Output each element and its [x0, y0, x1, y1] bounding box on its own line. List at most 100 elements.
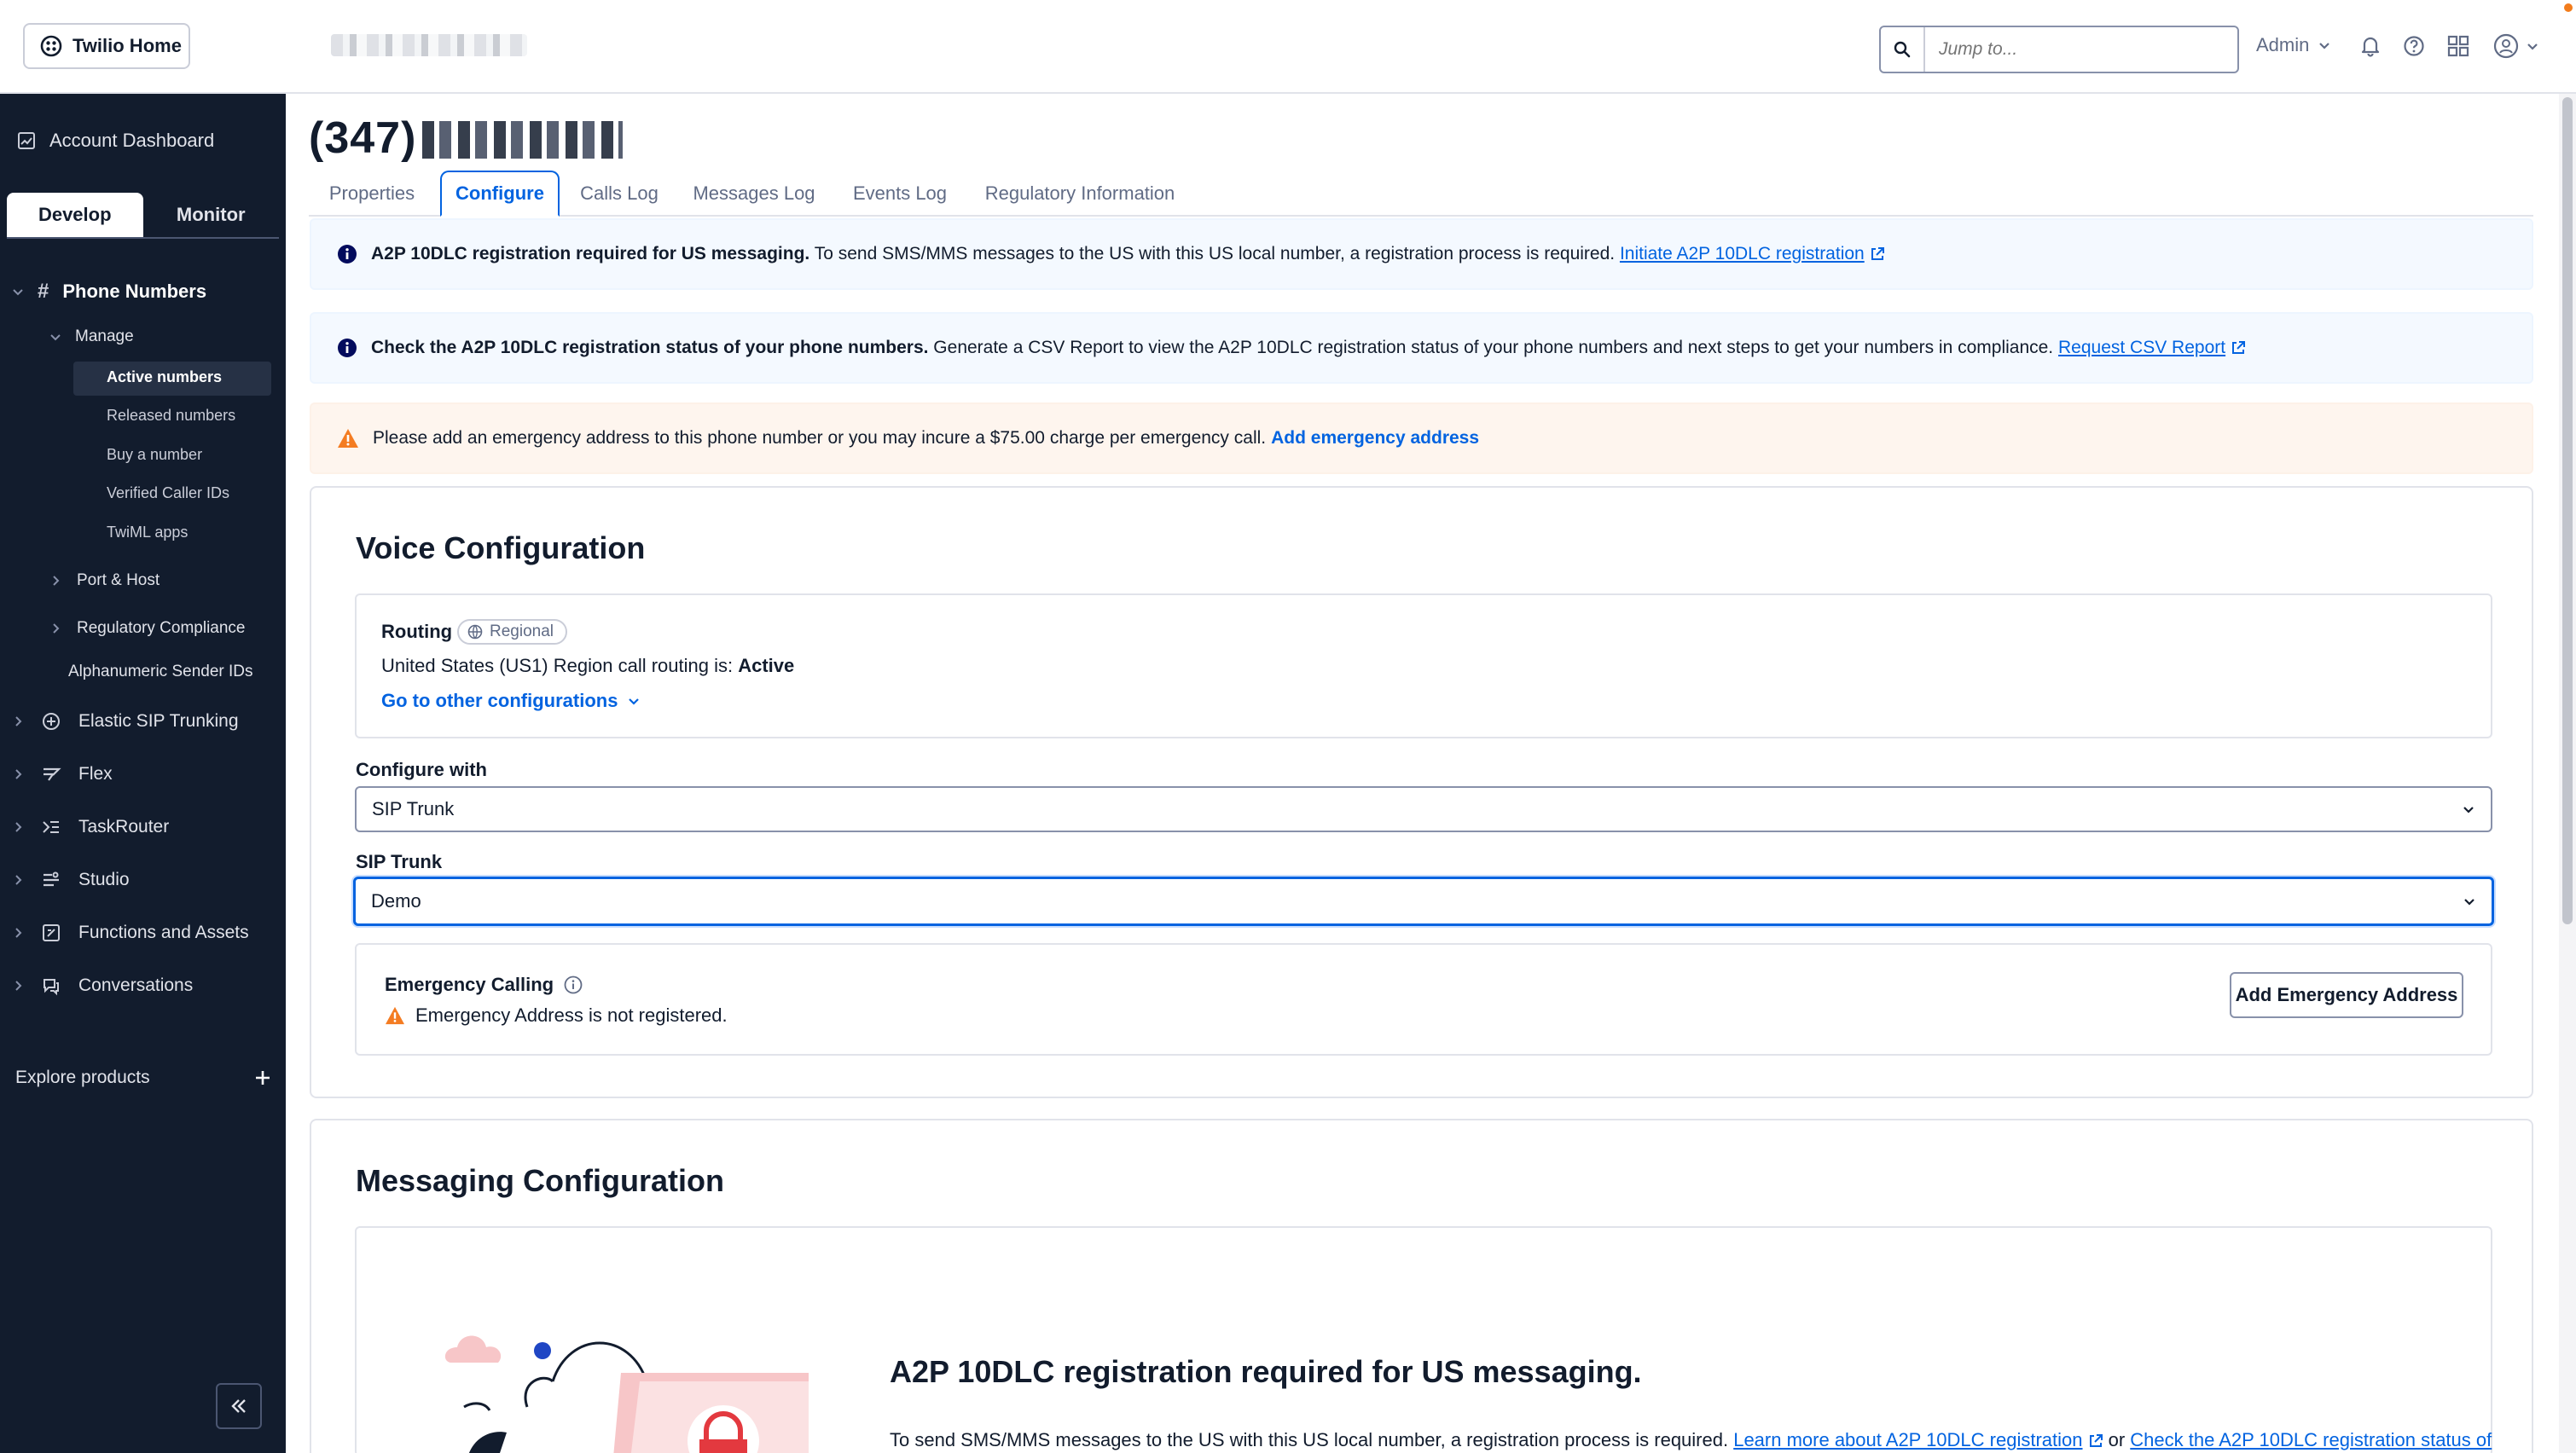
learn-more-a2p-link[interactable]: Learn more about A2P 10DLC registration	[1733, 1429, 2082, 1450]
info-icon	[337, 338, 357, 358]
conversations-icon	[41, 975, 61, 996]
chevron-right-icon	[12, 768, 24, 780]
sidebar-item-phone-numbers[interactable]: # Phone Numbers	[12, 280, 206, 304]
plus-icon[interactable]	[254, 1069, 271, 1086]
sidebar-item-label: TaskRouter	[78, 817, 170, 836]
tab-monitor[interactable]: Monitor	[143, 193, 280, 237]
tab-develop[interactable]: Develop	[7, 193, 143, 237]
chevron-down-icon	[2318, 38, 2331, 52]
voice-configuration-heading: Voice Configuration	[356, 530, 646, 565]
sidebar-item-label: Elastic SIP Trunking	[78, 711, 239, 731]
external-link-icon	[1870, 246, 1885, 262]
sidebar-item-flex[interactable]: Flex	[12, 764, 113, 784]
search-icon	[1881, 27, 1925, 72]
sidebar-item-released-numbers[interactable]: Released numbers	[107, 407, 235, 425]
sidebar-item-verified-caller-ids[interactable]: Verified Caller IDs	[107, 484, 229, 502]
sidebar-item-account-dashboard[interactable]: Account Dashboard	[17, 130, 214, 152]
tab-properties[interactable]: Properties	[309, 171, 435, 217]
banner-text: A2P 10DLC registration required for US m…	[371, 244, 1885, 264]
twilio-home-button[interactable]: Twilio Home	[23, 23, 190, 69]
chevron-right-icon	[49, 575, 61, 587]
a2p-messaging-panel: A2P 10DLC registration required for US m…	[355, 1226, 2492, 1453]
sidebar-item-label: Phone Numbers	[62, 281, 207, 302]
a2p-messaging-text: To send SMS/MMS messages to the US with …	[890, 1429, 2492, 1451]
messaging-configuration-heading: Messaging Configuration	[356, 1163, 724, 1198]
sidebar-item-elastic-sip-trunking[interactable]: Elastic SIP Trunking	[12, 711, 239, 732]
account-name-redacted[interactable]	[331, 34, 527, 56]
tab-messages-log[interactable]: Messages Log	[679, 171, 829, 217]
sidebar-item-twiml-apps[interactable]: TwiML apps	[107, 524, 188, 541]
banner-body-text: Generate a CSV Report to view the A2P 10…	[928, 338, 2058, 357]
sidebar-item-studio[interactable]: Studio	[12, 870, 130, 890]
collapse-sidebar-button[interactable]	[216, 1383, 262, 1429]
check-a2p-status-link[interactable]: Check the A2P 10DLC registration status …	[2130, 1429, 2492, 1450]
app-grid-icon[interactable]	[2445, 32, 2472, 60]
globe-icon	[467, 624, 483, 640]
sidebar-item-functions-and-assets[interactable]: Functions and Assets	[12, 923, 249, 943]
double-chevron-left-icon	[229, 1397, 248, 1415]
sidebar-item-buy-a-number[interactable]: Buy a number	[107, 446, 202, 464]
page-scrollbar-thumb[interactable]	[2562, 97, 2573, 924]
studio-icon	[41, 870, 61, 890]
messaging-configuration-card: Messaging Configuration A2P 10DLC regist…	[310, 1119, 2533, 1453]
jump-to-input[interactable]	[1925, 39, 2232, 60]
admin-menu[interactable]: Admin	[2256, 34, 2331, 56]
sidebar-item-alphanumeric-sender-ids[interactable]: Alphanumeric Sender IDs	[68, 663, 253, 681]
tab-configure[interactable]: Configure	[440, 171, 560, 217]
phone-number-redacted	[422, 121, 623, 159]
configure-with-value: SIP Trunk	[372, 798, 455, 819]
routing-status-prefix: United States (US1) Region call routing …	[381, 655, 739, 676]
add-emergency-address-button[interactable]: Add Emergency Address	[2230, 972, 2463, 1018]
emergency-calling-label: Emergency Calling	[385, 974, 554, 995]
initiate-a2p-registration-link[interactable]: Initiate A2P 10DLC registration	[1620, 244, 1865, 263]
sidebar-item-label: Port & Host	[77, 571, 160, 589]
sidebar-item-label: Manage	[75, 327, 134, 345]
other-configurations-toggle[interactable]: Go to other configurations	[381, 690, 640, 712]
external-link-icon	[2088, 1433, 2103, 1449]
emergency-status: Emergency Address is not registered.	[385, 1004, 728, 1027]
top-bar: Twilio Home Admin	[0, 0, 2576, 94]
flex-icon	[41, 764, 61, 784]
hash-icon: #	[38, 280, 49, 303]
sip-trunk-label: SIP Trunk	[356, 851, 443, 872]
sip-trunk-value: Demo	[371, 890, 421, 912]
notification-dot	[2564, 3, 2573, 12]
sidebar-item-label: Explore products	[15, 1068, 150, 1087]
functions-icon	[41, 923, 61, 943]
request-csv-report-link[interactable]: Request CSV Report	[2058, 338, 2225, 357]
external-link-icon	[2231, 340, 2246, 356]
sidebar: Account Dashboard Develop Monitor # Phon…	[0, 94, 286, 1453]
tab-regulatory-information[interactable]: Regulatory Information	[971, 171, 1189, 217]
dashboard-icon	[17, 131, 36, 150]
sidebar-explore-products[interactable]: Explore products	[15, 1068, 271, 1088]
warning-icon	[385, 1006, 405, 1025]
banner-bold-text: A2P 10DLC registration required for US m…	[371, 244, 810, 263]
add-emergency-address-link[interactable]: Add emergency address	[1271, 428, 1479, 448]
sidebar-item-port-host[interactable]: Port & Host	[49, 571, 160, 590]
sidebar-item-taskrouter[interactable]: TaskRouter	[12, 817, 169, 837]
a2p-status-banner: Check the A2P 10DLC registration status …	[310, 312, 2533, 384]
sidebar-item-active-numbers[interactable]: Active numbers	[107, 368, 222, 386]
chevron-down-icon	[2463, 894, 2476, 908]
chevron-right-icon	[12, 980, 24, 992]
info-circle-icon[interactable]	[564, 975, 583, 994]
configure-with-select[interactable]: SIP Trunk	[355, 786, 2492, 832]
bell-icon[interactable]	[2357, 32, 2384, 60]
tab-calls-log[interactable]: Calls Log	[566, 171, 672, 217]
configure-with-label: Configure with	[356, 759, 487, 780]
sidebar-item-label: Functions and Assets	[78, 923, 249, 942]
user-menu[interactable]	[2489, 32, 2544, 60]
routing-status-text: United States (US1) Region call routing …	[381, 655, 794, 677]
sidebar-item-conversations[interactable]: Conversations	[12, 975, 193, 996]
regional-badge: Regional	[457, 619, 567, 645]
tab-events-log[interactable]: Events Log	[836, 171, 964, 217]
user-avatar-icon	[2493, 33, 2519, 59]
jump-to-search[interactable]	[1879, 26, 2239, 73]
chevron-down-icon	[49, 331, 61, 343]
phone-area-code: (347)	[309, 113, 417, 163]
help-icon[interactable]	[2400, 32, 2428, 60]
sip-trunk-select[interactable]: Demo	[353, 877, 2494, 926]
sidebar-item-manage[interactable]: Manage	[49, 327, 134, 346]
chevron-right-icon	[12, 715, 24, 727]
sidebar-item-regulatory-compliance[interactable]: Regulatory Compliance	[49, 619, 246, 638]
